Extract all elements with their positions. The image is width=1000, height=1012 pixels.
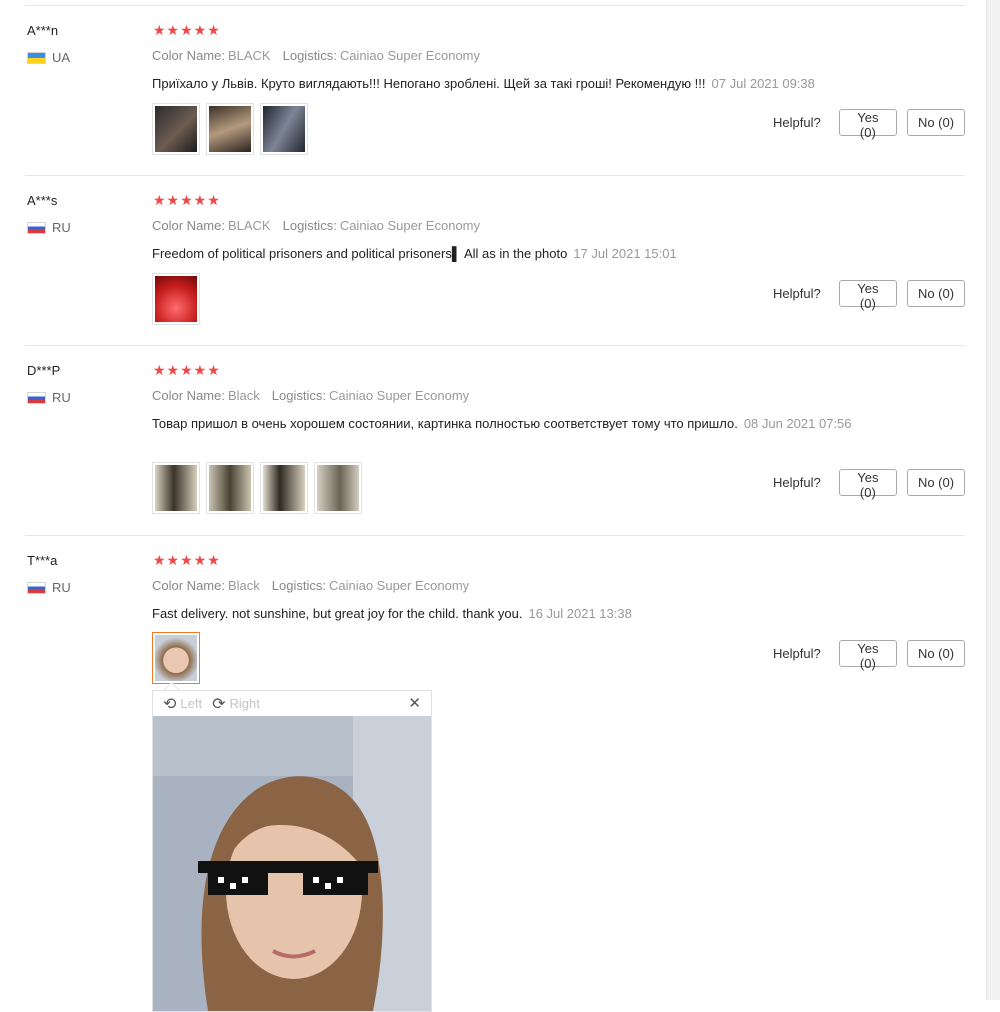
color-name-key: Color Name: [152, 48, 225, 63]
color-name-value: BLACK [227, 218, 271, 233]
color-name-key: Color Name: [152, 218, 225, 233]
helpful-yes-button[interactable]: Yes (0) [838, 469, 897, 500]
review-meta: Color Name: Black Logistics: Cainiao Super … [152, 388, 469, 403]
reviewer-name: A***s [27, 193, 58, 208]
review-text: Приїхало у Львів. Круто виглядають!!! Не… [152, 74, 852, 94]
review-photo-thumb[interactable] [152, 273, 200, 325]
review-meta: Color Name: Black Logistics: Cainiao Super … [152, 578, 469, 593]
ru-flag-icon [27, 221, 46, 234]
rotate-right-icon: ⟳ [212, 695, 226, 713]
helpful-no-button[interactable]: No (0) [907, 469, 965, 496]
close-icon[interactable]: ✕ [408, 694, 421, 712]
review-body: Fast delivery. not sunshine, but great j… [152, 606, 523, 621]
star-rating: ★★★★★ [153, 22, 221, 38]
viewer-toolbar: ⟲ Left ⟳ Right [153, 691, 431, 717]
review-text: Товар пришол в очень хорошем состоянии, … [152, 414, 852, 434]
helpful-yes-button[interactable]: Yes (0) [838, 280, 897, 311]
star-rating: ★★★★★ [153, 362, 221, 378]
ru-flag-icon [27, 581, 46, 594]
logistics-value: Cainiao Super Economy [328, 388, 470, 403]
review-date: 08 Jun 2021 07:56 [743, 416, 852, 431]
logistics-value: Cainiao Super Economy [339, 218, 481, 233]
review-item: A***s RU ★★★★★ Color Name: BLACK Logistics… [25, 175, 965, 346]
helpful-label: Helpful? [773, 646, 821, 661]
viewer-photo [153, 716, 431, 1011]
review-photo-thumb[interactable] [260, 103, 308, 155]
color-name-key: Color Name: [152, 578, 225, 593]
review-meta: Color Name: BLACK Logistics: Cainiao Super … [152, 48, 480, 63]
color-name-key: Color Name: [152, 388, 225, 403]
logistics-value: Cainiao Super Economy [328, 578, 470, 593]
review-photo-thumb[interactable] [206, 462, 254, 514]
helpful-vote: Helpful? Yes (0) No (0) [773, 280, 965, 311]
rotate-left-icon: ⟲ [163, 695, 177, 713]
review-photos [152, 273, 200, 325]
review-meta: Color Name: BLACK Logistics: Cainiao Super … [152, 218, 480, 233]
logistics-key: Logistics: [271, 578, 326, 593]
review-body: Товар пришол в очень хорошем состоянии, … [152, 416, 738, 431]
rotate-left-label: Left [180, 696, 203, 711]
reviewer-country: RU [27, 220, 71, 235]
logistics-key: Logistics: [282, 218, 337, 233]
helpful-yes-button[interactable]: Yes (0) [838, 640, 897, 671]
star-rating: ★★★★★ [153, 552, 221, 568]
helpful-no-button[interactable]: No (0) [907, 640, 965, 667]
logistics-value: Cainiao Super Economy [339, 48, 481, 63]
page-scroll-gutter [986, 0, 1000, 1000]
country-code: RU [52, 220, 71, 235]
review-photo-thumb[interactable] [152, 103, 200, 155]
country-code: UA [52, 50, 71, 65]
rotate-right-label: Right [229, 696, 260, 711]
review-photo-thumb[interactable] [260, 462, 308, 514]
ua-flag-icon [27, 51, 46, 64]
star-rating: ★★★★★ [153, 192, 221, 208]
helpful-yes-button[interactable]: Yes (0) [838, 109, 897, 140]
photo-viewer: ⟲ Left ⟳ Right ✕ [152, 690, 432, 1012]
review-photo-thumb[interactable] [206, 103, 254, 155]
review-photos [152, 103, 308, 155]
helpful-vote: Helpful? Yes (0) No (0) [773, 469, 965, 500]
ru-flag-icon [27, 391, 46, 404]
review-body: Приїхало у Львів. Круто виглядають!!! Не… [152, 76, 706, 91]
review-item: A***n UA ★★★★★ Color Name: BLACK Logistics… [25, 5, 965, 176]
review-photos [152, 632, 200, 684]
review-date: 17 Jul 2021 15:01 [573, 246, 677, 261]
helpful-label: Helpful? [773, 115, 821, 130]
rotate-left-button[interactable]: ⟲ Left [163, 694, 202, 714]
review-photo-thumb-selected[interactable] [152, 632, 200, 684]
review-photo-thumb[interactable] [314, 462, 362, 514]
helpful-vote: Helpful? Yes (0) No (0) [773, 109, 965, 140]
review-body: Freedom of political prisoners and polit… [152, 246, 568, 261]
rotate-right-button[interactable]: ⟳ Right [212, 694, 260, 714]
color-name-value: Black [227, 578, 260, 593]
reviewer-name: D***P [27, 363, 61, 378]
review-date: 16 Jul 2021 13:38 [528, 606, 632, 621]
logistics-key: Logistics: [271, 388, 326, 403]
helpful-label: Helpful? [773, 286, 821, 301]
helpful-no-button[interactable]: No (0) [907, 280, 965, 307]
country-code: RU [52, 580, 71, 595]
helpful-label: Helpful? [773, 475, 821, 490]
reviewer-name: A***n [27, 23, 59, 38]
color-name-value: BLACK [227, 48, 271, 63]
review-item: D***P RU ★★★★★ Color Name: Black Logistics… [25, 345, 965, 536]
review-text: Fast delivery. not sunshine, but great j… [152, 604, 852, 624]
logistics-key: Logistics: [282, 48, 337, 63]
reviewer-country: RU [27, 390, 71, 405]
reviewer-country: RU [27, 580, 71, 595]
reviewer-name: T***a [27, 553, 58, 568]
color-name-value: Black [227, 388, 260, 403]
review-text: Freedom of political prisoners and polit… [152, 244, 852, 264]
review-date: 07 Jul 2021 09:38 [711, 76, 815, 91]
review-photo-thumb[interactable] [152, 462, 200, 514]
review-list: A***n UA ★★★★★ Color Name: BLACK Logistics… [0, 0, 986, 1000]
helpful-vote: Helpful? Yes (0) No (0) [773, 640, 965, 671]
helpful-no-button[interactable]: No (0) [907, 109, 965, 136]
reviewer-country: UA [27, 50, 70, 65]
country-code: RU [52, 390, 71, 405]
review-photos [152, 462, 362, 514]
